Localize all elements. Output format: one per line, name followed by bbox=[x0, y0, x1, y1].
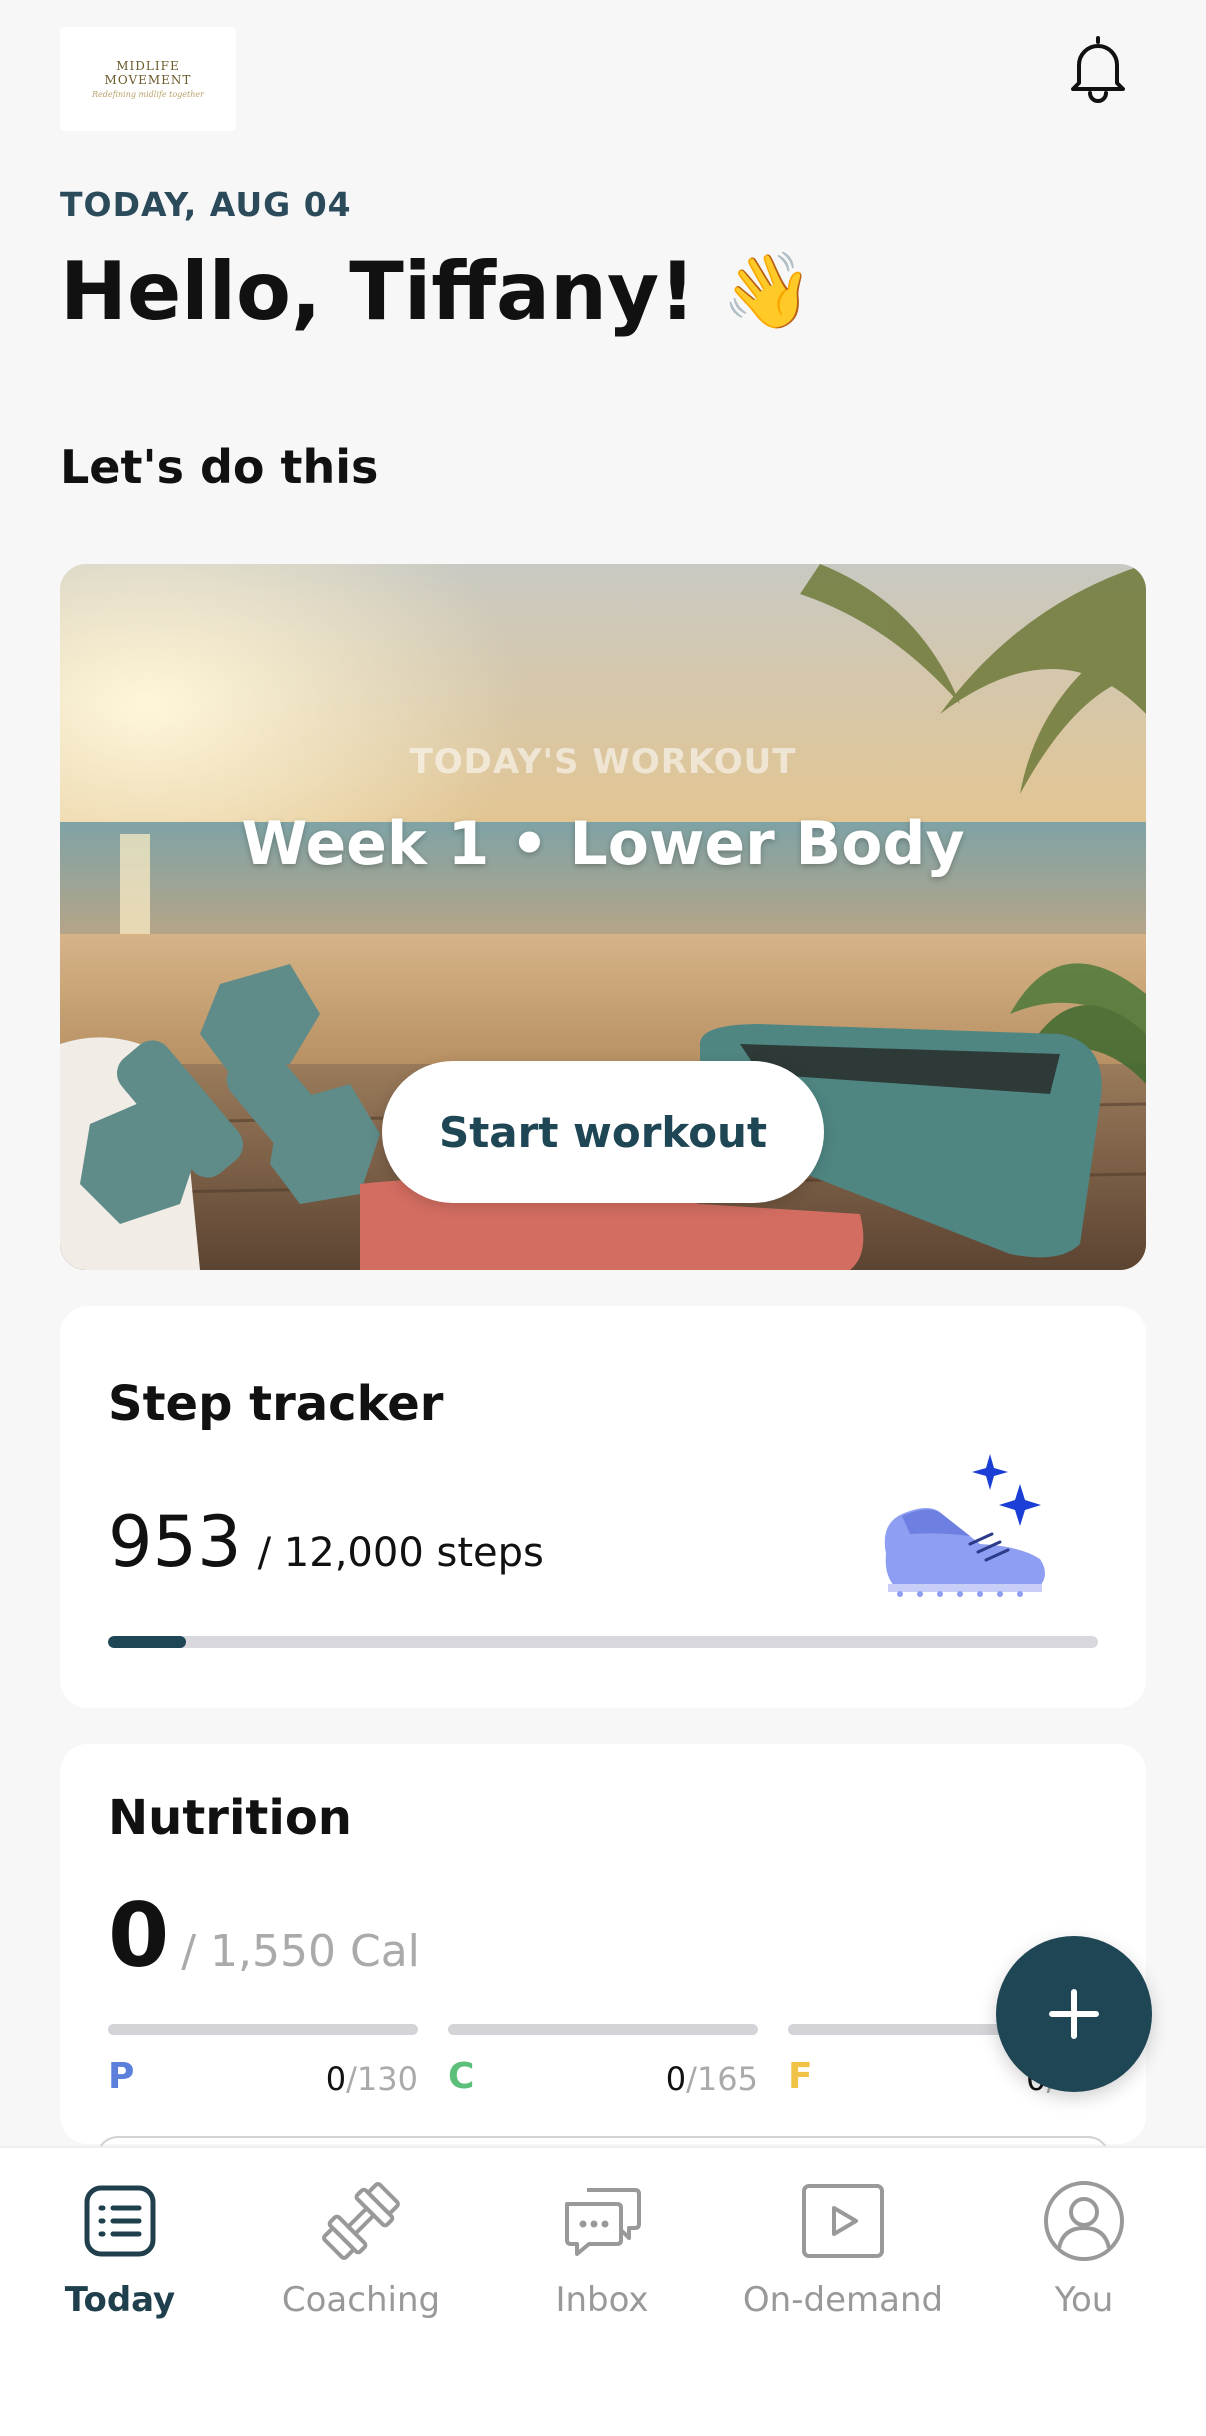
add-fab-button[interactable] bbox=[996, 1936, 1152, 2092]
macro-protein-bar bbox=[108, 2024, 418, 2035]
macro-protein-current: 0 bbox=[325, 2060, 347, 2098]
macro-carbs: C 0/165 bbox=[448, 2024, 758, 2098]
play-icon bbox=[802, 2184, 884, 2258]
tab-today[interactable]: Today bbox=[0, 2176, 240, 2356]
bell-icon[interactable] bbox=[1065, 33, 1131, 105]
step-progress-fill bbox=[108, 1636, 187, 1648]
macro-protein-letter: P bbox=[108, 2056, 135, 2097]
tab-inbox-label: Inbox bbox=[555, 2280, 649, 2320]
date-label: TODAY, AUG 04 bbox=[60, 185, 352, 224]
plus-icon bbox=[1049, 1989, 1099, 2039]
step-count: 953 bbox=[108, 1501, 242, 1583]
macro-carbs-value: 0/165 bbox=[666, 2060, 758, 2098]
logo-tagline: Redefining midlife together bbox=[92, 90, 204, 99]
step-tracker-title: Step tracker bbox=[108, 1376, 444, 1432]
greeting-text: Hello, Tiffany! bbox=[60, 245, 696, 338]
list-icon bbox=[84, 2185, 156, 2257]
tab-you-label: You bbox=[1054, 2280, 1114, 2320]
section-heading: Let's do this bbox=[60, 440, 379, 494]
chat-icon bbox=[565, 2188, 641, 2256]
workout-eyebrow: TODAY'S WORKOUT bbox=[409, 742, 797, 782]
step-progress-bar bbox=[108, 1636, 1098, 1648]
start-workout-button[interactable]: Start workout bbox=[382, 1061, 824, 1203]
logo-line-2: MOVEMENT bbox=[104, 73, 192, 87]
tab-on-demand-label: On-demand bbox=[742, 2280, 944, 2320]
macro-carbs-letter: C bbox=[448, 2056, 475, 2097]
tab-coaching[interactable]: Coaching bbox=[241, 2176, 481, 2356]
nutrition-card[interactable]: Nutrition 0 / 1,550 Cal P 0/130 C 0/165 … bbox=[60, 1744, 1146, 2176]
calorie-row: 0 / 1,550 Cal bbox=[108, 1884, 420, 1987]
profile-icon bbox=[1044, 2181, 1124, 2261]
logo-line-1: MIDLIFE bbox=[116, 59, 180, 73]
nutrition-title: Nutrition bbox=[108, 1790, 352, 1846]
step-goal: / 12,000 steps bbox=[257, 1530, 544, 1576]
macro-carbs-current: 0 bbox=[665, 2060, 687, 2098]
macro-carbs-goal: /165 bbox=[686, 2060, 758, 2098]
macro-protein: P 0/130 bbox=[108, 2024, 418, 2098]
todays-workout-card[interactable]: TODAY'S WORKOUT Week 1 • Lower Body Star… bbox=[60, 564, 1146, 1270]
tab-inbox[interactable]: Inbox bbox=[482, 2176, 722, 2356]
sneaker-icon bbox=[880, 1444, 1060, 1604]
brand-logo: MIDLIFE MOVEMENT Redefining midlife toge… bbox=[60, 27, 236, 131]
step-count-row: 953 / 12,000 steps bbox=[108, 1501, 544, 1583]
calorie-count: 0 bbox=[108, 1884, 170, 1987]
tab-on-demand[interactable]: On-demand bbox=[723, 2176, 963, 2356]
tab-today-label: Today bbox=[64, 2280, 176, 2320]
dumbbell-icon bbox=[322, 2182, 400, 2260]
macro-fat-letter: F bbox=[788, 2056, 813, 2097]
workout-title: Week 1 • Lower Body bbox=[241, 809, 965, 879]
step-tracker-card[interactable]: Step tracker 953 / 12,000 steps bbox=[60, 1306, 1146, 1708]
macro-protein-goal: /130 bbox=[346, 2060, 418, 2098]
macro-protein-value: 0/130 bbox=[326, 2060, 418, 2098]
calorie-goal: / 1,550 Cal bbox=[181, 1926, 420, 1977]
tab-you[interactable]: You bbox=[964, 2176, 1204, 2356]
greeting: Hello, Tiffany! 👋 bbox=[60, 245, 814, 338]
macro-carbs-bar bbox=[448, 2024, 758, 2035]
tab-coaching-label: Coaching bbox=[281, 2280, 441, 2320]
bottom-tab-bar: Today Coaching Inbox On-demand You bbox=[0, 2146, 1206, 2436]
waving-hand-emoji: 👋 bbox=[721, 248, 814, 334]
